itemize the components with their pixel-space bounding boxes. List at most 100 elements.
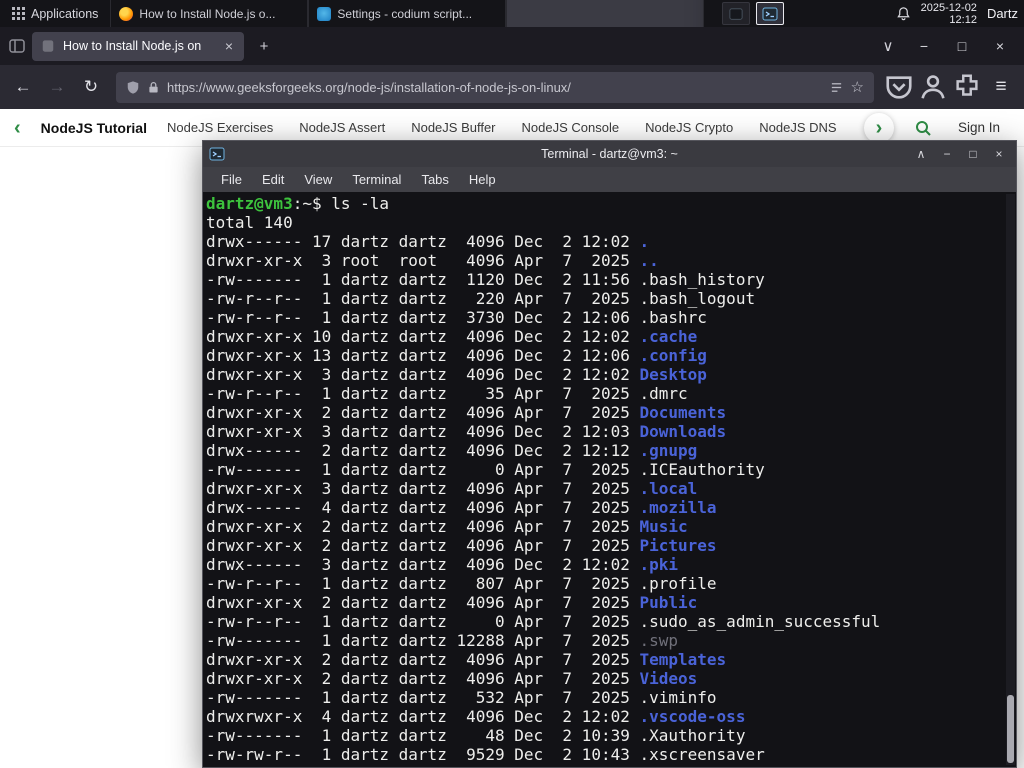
site-nav-item[interactable]: NodeJS Console (522, 120, 620, 135)
panel-window-button[interactable]: How to Install Node.js o... (110, 0, 309, 27)
terminal-line: drwx------ 17 dartz dartz 4096 Dec 2 12:… (206, 232, 650, 251)
panel-window-button[interactable]: Terminal - dartz@vm3: ~ (506, 0, 705, 27)
terminal-line: drwxr-xr-x 2 dartz dartz 4096 Apr 7 2025… (206, 403, 727, 422)
bookmark-star-icon[interactable]: ☆ (851, 78, 864, 96)
terminal-body[interactable]: dartz@vm3:~$ ls -la total 140 drwx------… (203, 192, 1016, 767)
nav-back-chevron-icon[interactable]: ‹ (14, 118, 21, 138)
tray-app-icon[interactable] (722, 2, 751, 25)
file-name: .vscode-oss (639, 707, 746, 726)
reader-mode-icon[interactable] (830, 81, 843, 94)
terminal-line: -rw------- 1 dartz dartz 532 Apr 7 2025 … (206, 688, 717, 707)
notifications-bell-icon[interactable] (896, 6, 911, 21)
terminal-line: drwxr-xr-x 2 dartz dartz 4096 Apr 7 2025… (206, 593, 698, 612)
clock-time: 12:12 (949, 13, 977, 26)
terminal-mini-icon (762, 7, 778, 20)
lock-icon[interactable] (148, 81, 159, 94)
file-name: Music (639, 517, 688, 536)
terminal-scrollbar[interactable] (1006, 194, 1015, 765)
firefox-view-icon[interactable] (8, 37, 26, 55)
file-name: Desktop (639, 365, 707, 384)
window-button-title: Settings - codium script... (337, 6, 473, 21)
file-name: .local (639, 479, 698, 498)
file-name: Public (639, 593, 698, 612)
terminal-total-line: total 140 (206, 213, 293, 232)
nav-scroll-next-button[interactable]: › (863, 112, 894, 143)
pocket-icon[interactable] (884, 72, 914, 102)
applications-menu-button[interactable]: Applications (0, 0, 110, 27)
terminal-line: -rw-r--r-- 1 dartz dartz 807 Apr 7 2025 … (206, 574, 717, 593)
desktop-panel: Applications How to Install Node.js o...… (0, 0, 1024, 27)
menu-file[interactable]: File (211, 172, 252, 187)
terminal-line: drwxr-xr-x 2 dartz dartz 4096 Apr 7 2025… (206, 669, 698, 688)
terminal-line: -rw------- 1 dartz dartz 1120 Dec 2 11:5… (206, 270, 765, 289)
site-nav-item[interactable]: NodeJS Crypto (645, 120, 733, 135)
site-nav-item[interactable]: NodeJS Exercises (167, 120, 273, 135)
tray-window-icon (729, 7, 743, 20)
search-icon[interactable] (914, 119, 932, 137)
terminal-maximize-button[interactable]: □ (962, 144, 984, 164)
terminal-close-button[interactable]: × (988, 144, 1010, 164)
tray-terminal-icon[interactable] (756, 2, 785, 25)
terminal-line: drwxr-xr-x 2 dartz dartz 4096 Apr 7 2025… (206, 650, 727, 669)
terminal-line: -rw-r--r-- 1 dartz dartz 0 Apr 7 2025 .s… (206, 612, 881, 631)
terminal-line: drwxr-xr-x 2 dartz dartz 4096 Apr 7 2025… (206, 536, 717, 555)
browser-toolbar: ← → ↻ https://www.geeksforgeeks.org/node… (0, 65, 1024, 109)
next-chevron-icon: › (875, 116, 883, 139)
extensions-icon[interactable] (952, 72, 982, 102)
file-name: .. (639, 251, 659, 270)
back-button[interactable]: ← (8, 72, 38, 102)
terminal-scrollbar-thumb[interactable] (1007, 695, 1014, 763)
desktop: Applications How to Install Node.js o...… (0, 0, 1024, 768)
page-favicon (42, 40, 54, 52)
terminal-minimize-button[interactable]: − (936, 144, 958, 164)
terminal-line: -rw------- 1 dartz dartz 0 Apr 7 2025 .I… (206, 460, 765, 479)
terminal-output: drwx------ 17 dartz dartz 4096 Dec 2 12:… (206, 232, 1016, 764)
file-name: Downloads (639, 422, 727, 441)
file-name: .profile (639, 574, 717, 593)
terminal-line: -rw------- 1 dartz dartz 12288 Apr 7 202… (206, 631, 679, 650)
nodejs-tutorial-link[interactable]: NodeJS Tutorial (41, 120, 147, 136)
panel-clock[interactable]: 2025-12-02 12:12 (921, 2, 977, 26)
browser-tabbar: How to Install Node.js on × + ∨ − □ × (0, 27, 1024, 65)
file-name: .dmrc (639, 384, 688, 403)
account-icon[interactable] (918, 72, 948, 102)
menu-terminal[interactable]: Terminal (342, 172, 411, 187)
menu-edit[interactable]: Edit (252, 172, 294, 187)
url-bar[interactable]: https://www.geeksforgeeks.org/node-js/in… (116, 71, 874, 103)
menu-view[interactable]: View (294, 172, 342, 187)
terminal-titlebar[interactable]: Terminal - dartz@vm3: ~ ∧ − □ × (203, 141, 1016, 167)
firefox-icon (119, 6, 134, 21)
menu-tabs[interactable]: Tabs (411, 172, 458, 187)
window-close-button[interactable]: × (984, 32, 1016, 60)
terminal-rollup-button[interactable]: ∧ (910, 144, 932, 164)
sign-in-button[interactable]: Sign In (958, 120, 1000, 135)
panel-window-button[interactable]: Settings - codium script... (308, 0, 507, 27)
file-name: .xscreensaver (639, 745, 765, 764)
browser-tab[interactable]: How to Install Node.js on × (32, 31, 244, 61)
panel-username: Dartz (986, 6, 1018, 21)
reload-button[interactable]: ↻ (76, 72, 106, 102)
site-nav-item[interactable]: NodeJS Assert (299, 120, 385, 135)
window-minimize-button[interactable]: − (908, 32, 940, 60)
list-tabs-icon[interactable]: ∨ (874, 32, 902, 60)
menu-icon[interactable]: ≡ (986, 72, 1016, 102)
terminal-line: drwxr-xr-x 10 dartz dartz 4096 Dec 2 12:… (206, 327, 698, 346)
terminal-line: drwxr-xr-x 3 dartz dartz 4096 Apr 7 2025… (206, 479, 698, 498)
terminal-command: ls -la (331, 194, 390, 213)
panel-window-buttons: How to Install Node.js o... Settings - co… (110, 0, 705, 27)
codium-icon (317, 6, 332, 21)
file-name: .bash_history (639, 270, 765, 289)
tracking-shield-icon[interactable] (126, 80, 140, 95)
terminal-line: drwxrwxr-x 4 dartz dartz 4096 Dec 2 12:0… (206, 707, 746, 726)
site-nav-item[interactable]: NodeJS Buffer (411, 120, 495, 135)
file-name: .bashrc (639, 308, 707, 327)
new-tab-button[interactable]: + (250, 32, 278, 60)
file-name: .pki (639, 555, 679, 574)
window-maximize-button[interactable]: □ (946, 32, 978, 60)
menu-help[interactable]: Help (459, 172, 506, 187)
url-text: https://www.geeksforgeeks.org/node-js/in… (167, 79, 571, 95)
forward-button[interactable]: → (42, 72, 72, 102)
site-nav-item[interactable]: NodeJS DNS (759, 120, 836, 135)
terminal-line: drwxr-xr-x 3 dartz dartz 4096 Dec 2 12:0… (206, 422, 727, 441)
tab-close-icon[interactable]: × (223, 38, 235, 54)
